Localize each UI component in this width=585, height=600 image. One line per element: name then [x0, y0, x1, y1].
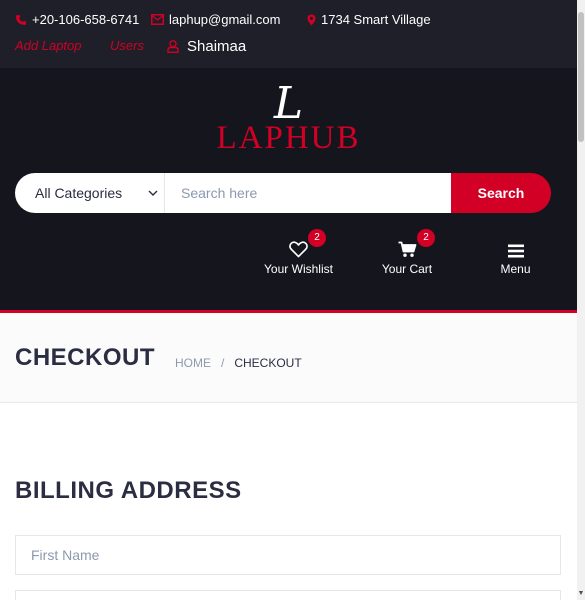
logo-text[interactable]: LAPHUB [0, 120, 577, 157]
cart-label: Your Cart [381, 262, 433, 276]
cart-control[interactable]: 2 Your Cart [376, 229, 438, 276]
page: +20-106-658-6741 laphup@gmail.com 1734 S… [0, 0, 577, 600]
hamburger-menu-icon [507, 244, 524, 258]
page-title: CHECKOUT [15, 344, 155, 371]
main-header: L LAPHUB All Categories Search here Sear… [0, 68, 577, 310]
user-icon [167, 40, 179, 53]
email-link[interactable]: laphup@gmail.com [151, 12, 280, 27]
phone-text: +20-106-658-6741 [32, 12, 140, 27]
heart-icon [289, 241, 308, 258]
address-text: 1734 Smart Village [321, 12, 431, 27]
shopping-cart-icon [398, 241, 416, 257]
phone-icon [16, 14, 26, 25]
breadcrumb: HOME / CHECKOUT [175, 356, 302, 370]
breadcrumb-current: CHECKOUT [234, 356, 302, 370]
add-laptop-link[interactable]: Add Laptop [15, 38, 82, 53]
wishlist-label: Your Wishlist [264, 262, 333, 276]
cart-count-badge: 2 [417, 229, 435, 247]
menu-toggle[interactable]: Menu [493, 232, 538, 276]
map-marker-icon [307, 14, 316, 25]
category-select-value: All Categories [35, 185, 123, 201]
email-text: laphup@gmail.com [169, 12, 281, 27]
next-billing-input[interactable] [15, 590, 561, 600]
address-link[interactable]: 1734 Smart Village [307, 12, 431, 27]
menu-label: Menu [500, 262, 531, 276]
users-link[interactable]: Users [110, 38, 144, 53]
breadcrumb-section: CHECKOUT HOME / CHECKOUT [0, 313, 577, 403]
breadcrumb-separator: / [221, 356, 225, 370]
chevron-down-icon [148, 173, 158, 213]
username-text: Shaimaa [187, 38, 247, 55]
wishlist-count-badge: 2 [308, 229, 326, 247]
scroll-down-arrow-icon[interactable]: ▼ [577, 590, 585, 600]
scrollbar-thumb[interactable] [578, 12, 584, 142]
search-button[interactable]: Search [451, 173, 551, 213]
page-scrollbar[interactable]: ▼ [577, 0, 585, 600]
search-input[interactable]: Search here [165, 173, 451, 213]
search-form: All Categories Search here Search [15, 173, 551, 213]
first-name-input[interactable]: First Name [15, 535, 561, 575]
envelope-icon [151, 14, 164, 25]
account-link[interactable]: Shaimaa [167, 38, 246, 55]
phone-link[interactable]: +20-106-658-6741 [15, 12, 139, 27]
breadcrumb-home-link[interactable]: HOME [175, 356, 211, 370]
category-select[interactable]: All Categories [15, 173, 165, 213]
top-header: +20-106-658-6741 laphup@gmail.com 1734 S… [0, 0, 577, 68]
billing-title: BILLING ADDRESS [15, 477, 242, 504]
wishlist-control[interactable]: 2 Your Wishlist [256, 229, 341, 276]
